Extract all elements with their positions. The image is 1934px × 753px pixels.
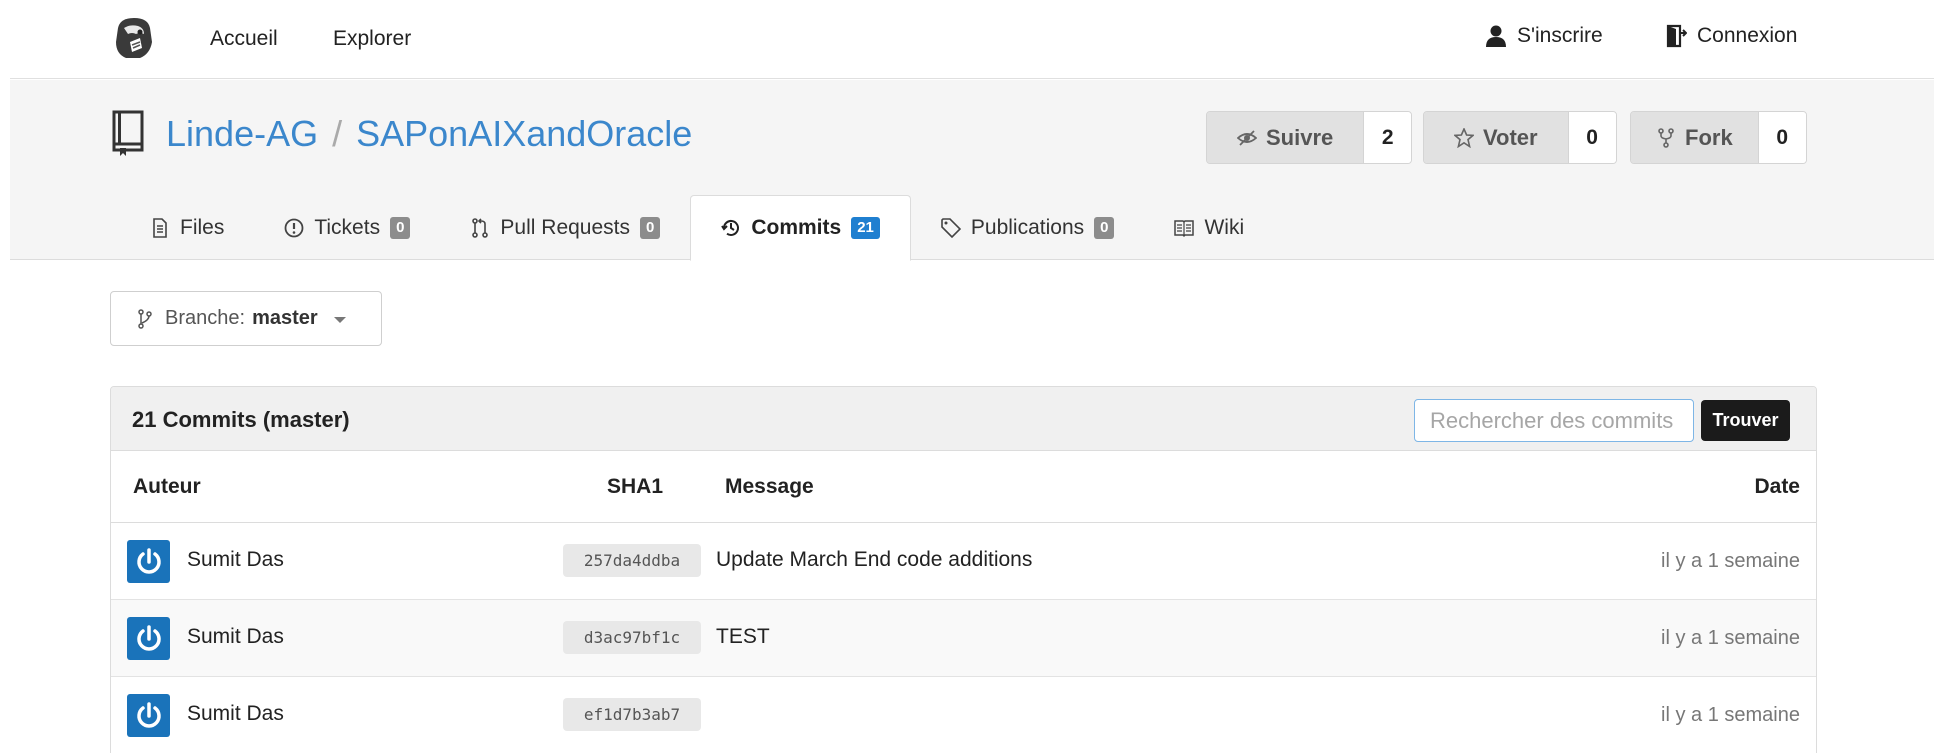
commits-panel: 21 Commits (master) Trouver Auteur SHA1 … [110,386,1817,753]
top-navbar: Accueil Explorer S'inscrire Connexion [10,0,1934,79]
tab-wiki-label: Wiki [1204,216,1245,239]
login-link[interactable]: Connexion [1665,24,1797,48]
eye-slash-icon [1237,129,1257,146]
branch-selector[interactable]: Branche: master [110,291,382,346]
commit-author[interactable]: Sumit Das [187,625,284,649]
branch-icon [138,308,152,329]
find-button[interactable]: Trouver [1701,400,1790,441]
register-link[interactable]: S'inscrire [1485,24,1603,48]
star-count[interactable]: 0 [1567,112,1616,163]
login-label: Connexion [1697,24,1798,47]
commits-panel-header: 21 Commits (master) Trouver [111,387,1816,451]
table-row: Sumit Das ef1d7b3ab7 il y a 1 semaine [111,677,1816,753]
commit-author[interactable]: Sumit Das [187,548,284,572]
repo-book-icon [112,110,144,156]
fork-button-group: Fork 0 [1630,111,1807,164]
commit-date: il y a 1 semaine [1661,704,1800,726]
gogs-logo-icon[interactable] [110,14,158,62]
power-icon [136,624,161,651]
book-open-icon [1174,220,1195,238]
star-icon [1454,127,1474,148]
commit-message[interactable]: TEST [716,625,770,649]
commit-message[interactable]: Update March End code additions [716,548,1032,572]
sign-in-icon [1666,24,1687,48]
tab-commits-label: Commits [751,216,842,239]
power-icon [136,701,161,728]
watch-button-group: Suivre 2 [1206,111,1413,164]
repo-tabs: Files Tickets 0 Pull Requests 0 Commits … [120,195,1274,261]
repo-title: Linde-AG / SAPonAIXandOracle [166,113,692,155]
avatar[interactable] [127,617,170,660]
commit-author[interactable]: Sumit Das [187,702,284,726]
fork-button[interactable]: Fork [1631,112,1758,163]
tab-tickets-label: Tickets [314,216,381,239]
avatar[interactable] [127,540,170,583]
watch-count[interactable]: 2 [1363,112,1412,163]
col-sha: SHA1 [607,475,664,498]
repo-owner-link[interactable]: Linde-AG [166,113,318,155]
watch-label: Suivre [1266,124,1334,150]
star-label: Voter [1483,124,1538,150]
repo-header: Linde-AG / SAPonAIXandOracle Suivre 2 Vo… [10,80,1934,261]
tab-commits[interactable]: Commits 21 [690,195,911,261]
tab-publications-label: Publications [970,216,1085,239]
history-icon [721,219,740,236]
fork-count[interactable]: 0 [1757,112,1806,163]
commit-date: il y a 1 semaine [1661,627,1800,649]
commit-sha[interactable]: d3ac97bf1c [563,621,701,654]
tab-files[interactable]: Files [120,195,254,261]
user-icon [1486,25,1506,47]
fork-icon [1658,127,1674,148]
commits-count-badge: 21 [851,217,880,239]
nav-home-link[interactable]: Accueil [210,27,278,51]
branch-prefix: Branche: [165,307,246,329]
tag-icon [941,218,961,238]
commit-sha[interactable]: 257da4ddba [563,544,701,577]
pull-request-icon [472,218,489,238]
tab-wiki[interactable]: Wiki [1144,195,1274,261]
chevron-down-icon [333,316,346,323]
commit-date: il y a 1 semaine [1661,550,1800,572]
pull-requests-count-badge: 0 [640,217,661,239]
col-message: Message [725,475,814,498]
col-author: Auteur [133,475,201,498]
tickets-count-badge: 0 [390,217,411,239]
watch-button[interactable]: Suivre [1207,112,1364,163]
tab-tickets[interactable]: Tickets 0 [254,195,440,261]
power-icon [136,547,161,574]
branch-name: master [252,307,318,329]
tab-pull-requests[interactable]: Pull Requests 0 [440,195,690,261]
star-button-group: Voter 0 [1423,111,1617,164]
commit-sha[interactable]: ef1d7b3ab7 [563,698,701,731]
nav-explore-link[interactable]: Explorer [333,27,411,51]
table-row: Sumit Das 257da4ddba Update March End co… [111,523,1816,600]
alert-circle-icon [284,218,304,238]
tab-publications[interactable]: Publications 0 [911,195,1145,261]
publications-count-badge: 0 [1094,217,1115,239]
table-row: Sumit Das d3ac97bf1c TEST il y a 1 semai… [111,600,1816,677]
star-button[interactable]: Voter [1424,112,1568,163]
tab-pull-requests-label: Pull Requests [500,216,630,239]
col-date: Date [1754,475,1800,498]
register-label: S'inscrire [1517,24,1603,47]
repo-name-link[interactable]: SAPonAIXandOracle [356,113,692,155]
avatar[interactable] [127,694,170,737]
commit-search-input[interactable] [1414,399,1694,442]
tab-files-label: Files [180,216,225,239]
commits-table-header: Auteur SHA1 Message Date [111,451,1816,523]
file-text-icon [153,218,167,238]
repo-separator: / [332,113,343,154]
fork-label: Fork [1685,124,1733,150]
commits-title: 21 Commits (master) [132,407,350,432]
